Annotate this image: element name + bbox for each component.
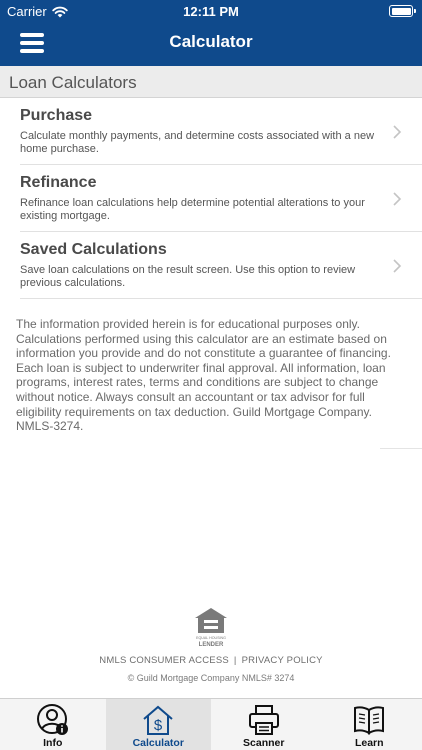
svg-text:EQUAL HOUSING: EQUAL HOUSING [196,636,226,640]
tab-calculator[interactable]: $ Calculator [105,699,211,750]
status-bar: Carrier 12:11 PM [0,0,422,22]
list-item-saved-calculations[interactable]: Saved Calculations Save loan calculation… [20,232,422,299]
section-title: Loan Calculators [9,73,137,92]
chevron-right-icon [393,259,402,273]
tab-learn[interactable]: Learn [317,699,422,750]
privacy-policy-link[interactable]: PRIVACY POLICY [242,655,323,666]
calculator-list: Purchase Calculate monthly payments, and… [0,98,422,299]
disclaimer-text: The information provided herein is for e… [16,317,391,434]
svg-text:$: $ [154,717,163,734]
divider [380,448,422,449]
tab-label: Learn [354,737,384,749]
tab-label: Scanner [243,737,285,749]
footer-links: NMLS CONSUMER ACCESS | PRIVACY POLICY [0,655,422,666]
page-title: Calculator [169,32,253,51]
footer-separator: | [233,655,237,666]
clock: 12:11 PM [183,4,239,19]
list-item-refinance[interactable]: Refinance Refinance loan calculations he… [20,165,422,232]
list-item-title: Purchase [20,107,93,124]
tab-info[interactable]: Info [0,699,106,750]
app-header: Carrier 12:11 PM Calculator [0,0,422,66]
tab-scanner[interactable]: Scanner [211,699,317,750]
equal-housing-lender-logo: EQUAL HOUSING LENDER [195,608,227,648]
printer-scanner-icon [248,705,279,735]
house-dollar-icon: $ [143,705,173,735]
list-item-purchase[interactable]: Purchase Calculate monthly payments, and… [20,98,422,165]
section-header: Loan Calculators [0,66,422,98]
navigation-bar: Calculator [0,22,422,66]
chevron-right-icon [393,125,402,139]
tab-bar: Info $ Calculator Scanner Learn [0,698,422,750]
nmls-consumer-access-link[interactable]: NMLS CONSUMER ACCESS [99,655,229,666]
tab-label: Info [43,737,63,749]
list-item-description: Save loan calculations on the result scr… [20,264,356,289]
person-info-icon [36,704,68,735]
open-book-icon [354,706,385,735]
svg-text:LENDER: LENDER [199,642,224,648]
list-item-description: Calculate monthly payments, and determin… [20,130,375,155]
battery-icon [389,5,416,17]
copyright-text: © Guild Mortgage Company NMLS# 3274 [127,673,295,683]
chevron-right-icon [393,192,402,206]
list-item-title: Refinance [20,174,97,191]
list-item-description: Refinance loan calculations help determi… [20,197,365,222]
list-item-title: Saved Calculations [20,241,167,258]
tab-label: Calculator [132,737,184,749]
